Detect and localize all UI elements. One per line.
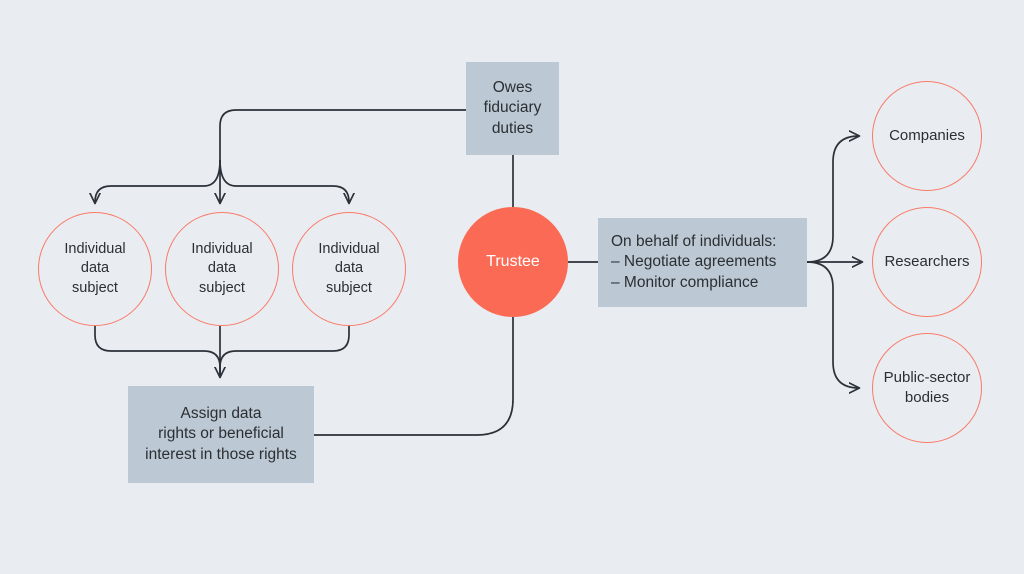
node-label: Companies (889, 127, 965, 145)
node-individual-data-subject-2: Individual data subject (165, 212, 279, 326)
arrow-to-individual-3 (219, 159, 349, 203)
node-label: Individual data subject (191, 241, 253, 296)
node-individual-data-subject-1: Individual data subject (38, 212, 152, 326)
node-label: Trustee (486, 253, 540, 271)
diagram-canvas: Owes fiduciary duties Trustee On behalf … (0, 0, 1024, 574)
node-label: Public-sector bodies (883, 369, 971, 406)
node-trustee: Trustee (458, 207, 568, 317)
node-label: Researchers (884, 253, 970, 271)
arrow-to-individual-1 (95, 159, 221, 203)
node-label: On behalf of individuals: – Negotiate ag… (611, 232, 777, 291)
arrow-to-companies (806, 136, 859, 263)
node-companies: Companies (872, 81, 982, 191)
node-on-behalf-of-individuals: On behalf of individuals: – Negotiate ag… (598, 218, 807, 307)
node-assign-data-rights: Assign data rights or beneficial interes… (128, 386, 314, 483)
node-owes-fiduciary-duties: Owes fiduciary duties (466, 62, 559, 155)
link-assign-to-trustee (314, 317, 514, 436)
node-public-sector-bodies: Public-sector bodies (872, 333, 982, 443)
node-researchers: Researchers (872, 207, 982, 317)
link-owes-to-individuals-trunk (219, 109, 466, 160)
node-individual-data-subject-3: Individual data subject (292, 212, 406, 326)
node-label: Assign data rights or beneficial interes… (145, 404, 297, 463)
node-label: Individual data subject (318, 241, 380, 296)
node-label: Owes fiduciary duties (483, 78, 542, 137)
arrow-to-public-sector (806, 261, 859, 388)
node-label: Individual data subject (64, 241, 126, 296)
link-individual-3-to-assign (219, 326, 350, 377)
link-individual-1-to-assign (94, 326, 221, 377)
